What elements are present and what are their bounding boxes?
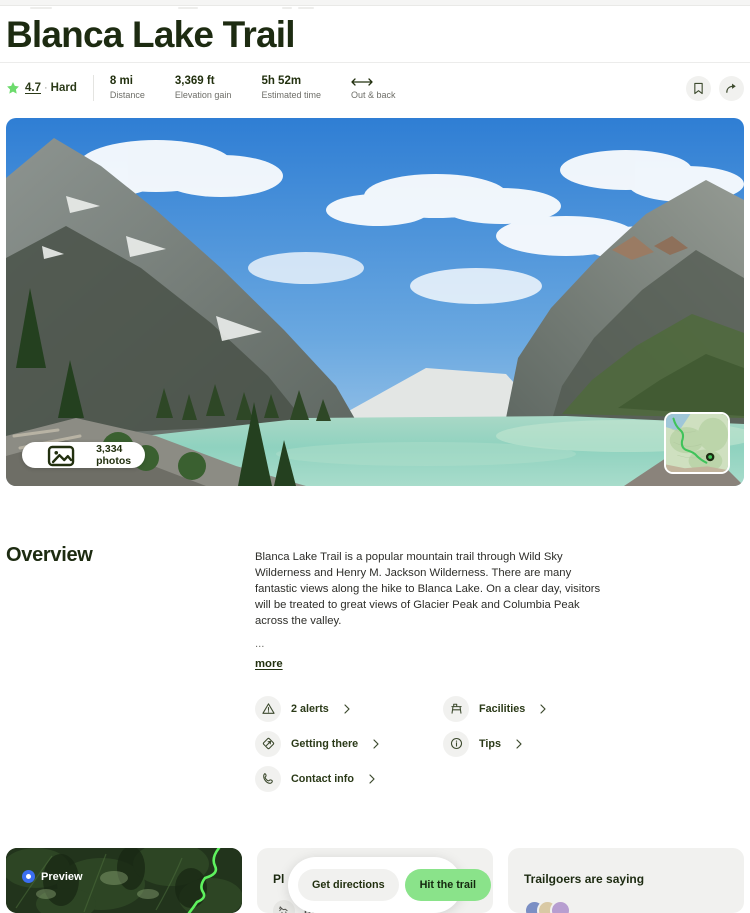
reviewer-avatars — [524, 900, 571, 913]
info-link-alerts-label: 2 alerts — [291, 702, 329, 715]
stat-elevation-label: Elevation gain — [174, 89, 232, 100]
page-title-container: Blanca Lake Trail — [0, 6, 750, 62]
rating-value[interactable]: 4.7 — [25, 82, 41, 94]
hit-the-trail-button[interactable]: Hit the trail — [404, 869, 491, 901]
phone-icon — [255, 765, 281, 792]
preview-badge[interactable]: Preview — [22, 870, 83, 883]
stat-route-type-label: Out & back — [350, 90, 396, 101]
bookmark-button[interactable] — [686, 75, 711, 101]
preview-label: Preview — [41, 870, 83, 883]
trail-detail-page: Blanca Lake Trail 4.7 · Hard 8 mi Distan… — [0, 0, 750, 913]
star-icon — [7, 82, 19, 94]
overview-heading: Overview — [6, 544, 93, 566]
info-link-facilities[interactable]: Facilities — [443, 691, 546, 726]
stat-time-value: 5h 52m — [261, 75, 302, 88]
rating-block[interactable]: 4.7 — [6, 81, 41, 95]
chevron-right-icon — [516, 738, 522, 749]
overview-body: Blanca Lake Trail is a popular mountain … — [255, 549, 605, 672]
hero-image[interactable]: 3,334 photos — [6, 118, 744, 486]
header-actions — [686, 75, 744, 101]
stat-route-type: Out & back — [351, 75, 396, 101]
stat-distance-label: Distance — [109, 89, 145, 100]
picnic-table-icon — [443, 695, 469, 722]
info-link-tips-label: Tips — [479, 737, 501, 750]
dog-icon — [273, 900, 295, 913]
plan-visit-card-title: Pl — [273, 872, 285, 886]
reviews-card[interactable]: Trailgoers are saying — [508, 848, 744, 913]
location-dot-icon — [22, 870, 35, 883]
photo-icon — [47, 445, 75, 467]
stat-time: 5h 52m Estimated time — [261, 75, 321, 101]
stat-distance-value: 8 mi — [109, 75, 133, 88]
reviews-card-title: Trailgoers are saying — [524, 872, 645, 886]
info-link-facilities-label: Facilities — [479, 702, 526, 715]
photo-count-label: 3,334 photos — [96, 443, 132, 467]
avatar — [550, 900, 571, 913]
get-directions-button[interactable]: Get directions — [298, 869, 399, 901]
stat-elevation: 3,369 ft Elevation gain — [175, 75, 232, 101]
stat-time-label: Estimated time — [261, 89, 321, 100]
share-icon — [726, 83, 736, 93]
stat-distance: 8 mi Distance — [110, 75, 145, 101]
info-link-alerts[interactable]: 2 alerts — [255, 691, 379, 726]
overview-more-link[interactable]: more — [255, 658, 283, 670]
info-link-tips[interactable]: Tips — [443, 726, 546, 761]
floating-action-bar: Get directions Hit the trail — [288, 857, 491, 913]
info-link-getting-there-label: Getting there — [291, 737, 359, 750]
minimap-thumbnail[interactable] — [664, 412, 730, 474]
minimap-route — [666, 414, 728, 472]
stat-elevation-value: 3,369 ft — [174, 75, 215, 88]
bookmark-icon — [694, 82, 703, 94]
chevron-right-icon — [373, 738, 379, 749]
page-title: Blanca Lake Trail — [6, 13, 296, 55]
chevron-right-icon — [344, 703, 350, 714]
info-link-getting-there[interactable]: Getting there — [255, 726, 379, 761]
navigation-diamond-icon — [255, 730, 281, 757]
difficulty-label: Hard — [50, 82, 77, 94]
stats-bar: 4.7 · Hard 8 mi Distance 3,369 ft Elevat… — [0, 62, 750, 114]
hero-photo-illustration — [6, 118, 744, 486]
overview-ellipsis: ... — [255, 638, 265, 650]
stats-group: 8 mi Distance 3,369 ft Elevation gain 5h… — [110, 75, 396, 101]
info-links-left-column: 2 alerts Getting there Contact info — [255, 691, 379, 796]
info-links-right-column: Facilities Tips — [443, 691, 546, 761]
alert-triangle-icon — [255, 695, 281, 722]
rating-separator: · — [44, 82, 48, 94]
overview-paragraph: Blanca Lake Trail is a popular mountain … — [255, 551, 601, 627]
info-link-contact-info[interactable]: Contact info — [255, 761, 379, 796]
out-and-back-icon — [351, 75, 396, 88]
info-link-contact-info-label: Contact info — [291, 772, 354, 785]
info-circle-icon — [443, 730, 469, 757]
chevron-right-icon — [369, 773, 375, 784]
share-button[interactable] — [719, 75, 744, 101]
chevron-right-icon — [540, 703, 546, 714]
stats-divider — [92, 75, 94, 101]
map-preview-card[interactable]: Preview — [6, 848, 242, 913]
photo-count-badge[interactable]: 3,334 photos — [22, 442, 146, 468]
